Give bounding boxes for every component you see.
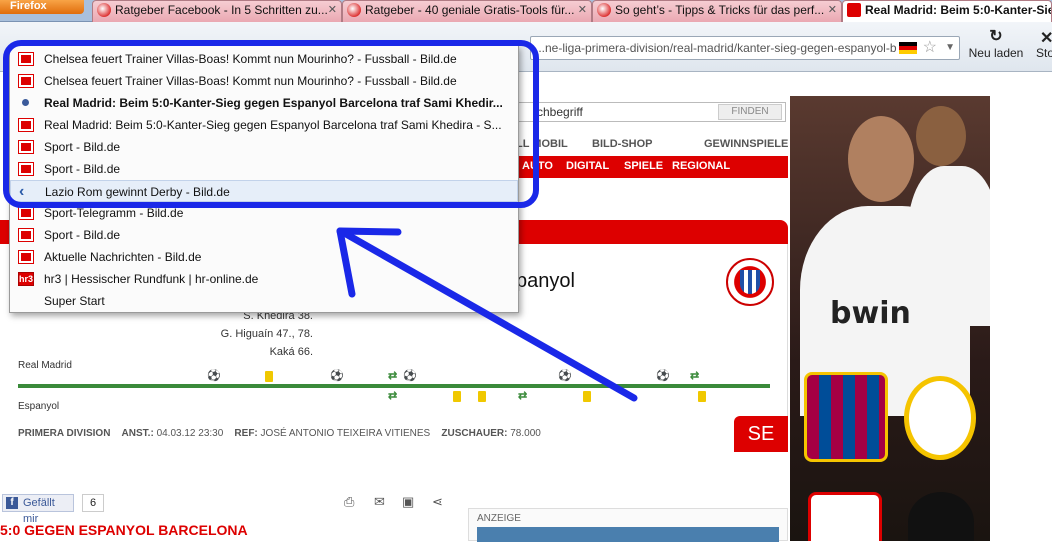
annotation-arrow-icon xyxy=(336,227,638,402)
